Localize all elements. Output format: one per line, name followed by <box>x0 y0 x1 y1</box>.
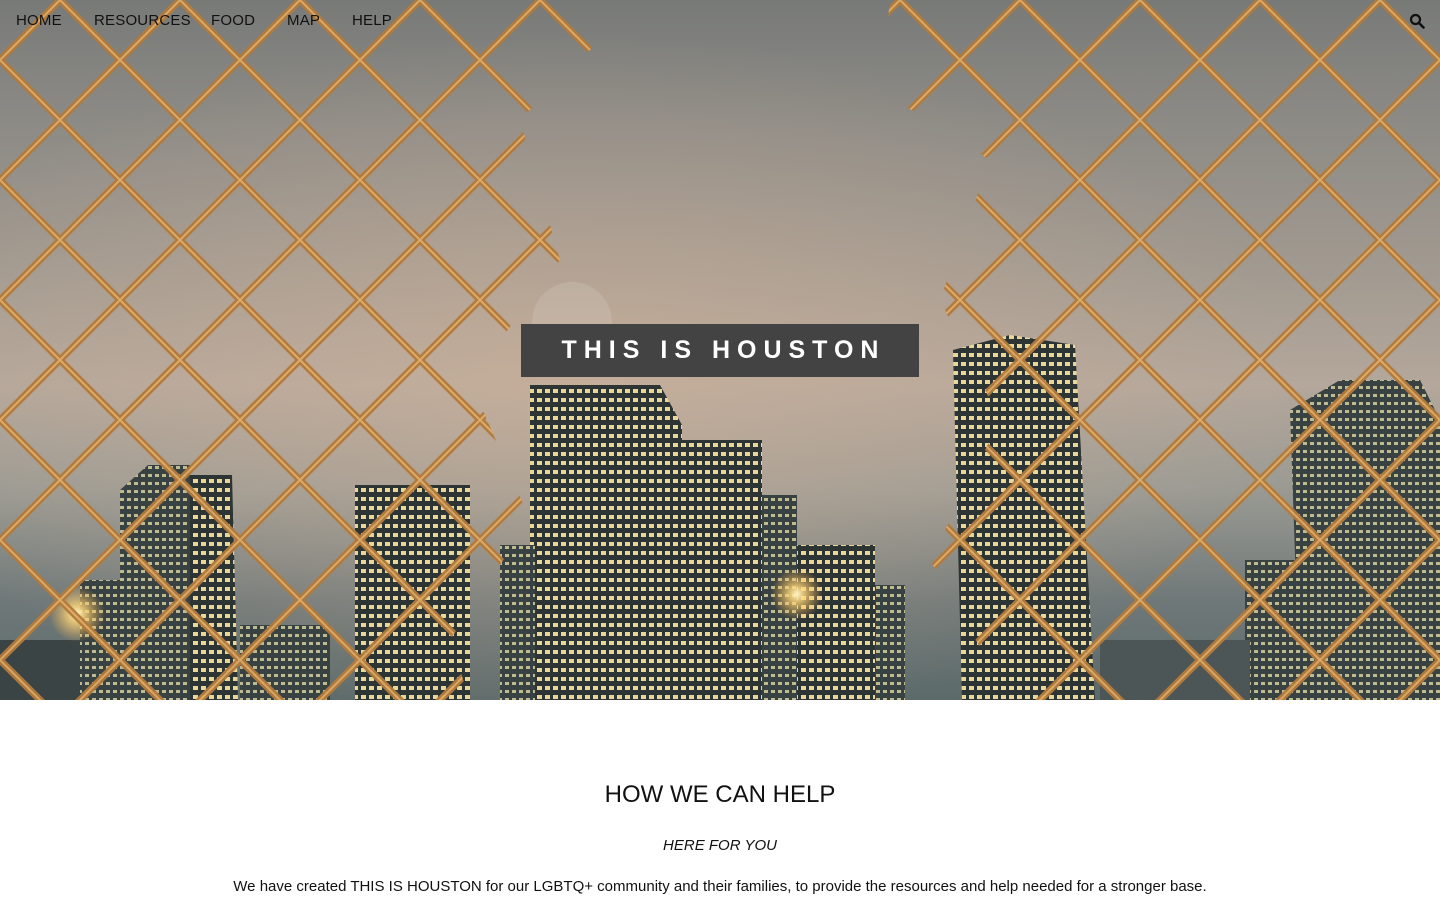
hero-title-box: THIS IS HOUSTON <box>521 324 919 377</box>
nav-item-map[interactable]: MAP <box>287 12 320 29</box>
how-we-can-help-section: HOW WE CAN HELP HERE FOR YOU We have cre… <box>0 700 1440 900</box>
section-heading: HOW WE CAN HELP <box>604 781 836 808</box>
section-subheading: HERE FOR YOU <box>663 837 777 854</box>
search-icon[interactable] <box>1409 13 1425 29</box>
nav-item-resources[interactable]: RESOURCES <box>94 12 191 29</box>
top-navigation: HOME RESOURCES FOOD MAP HELP <box>0 0 1440 44</box>
nav-item-food[interactable]: FOOD <box>211 12 255 29</box>
hero-title: THIS IS HOUSTON <box>561 336 886 364</box>
nav-item-help[interactable]: HELP <box>352 12 392 29</box>
hero-banner: THIS IS HOUSTON <box>0 0 1440 700</box>
nav-item-home[interactable]: HOME <box>16 12 62 29</box>
section-body-text: We have created THIS IS HOUSTON for our … <box>233 878 1207 895</box>
